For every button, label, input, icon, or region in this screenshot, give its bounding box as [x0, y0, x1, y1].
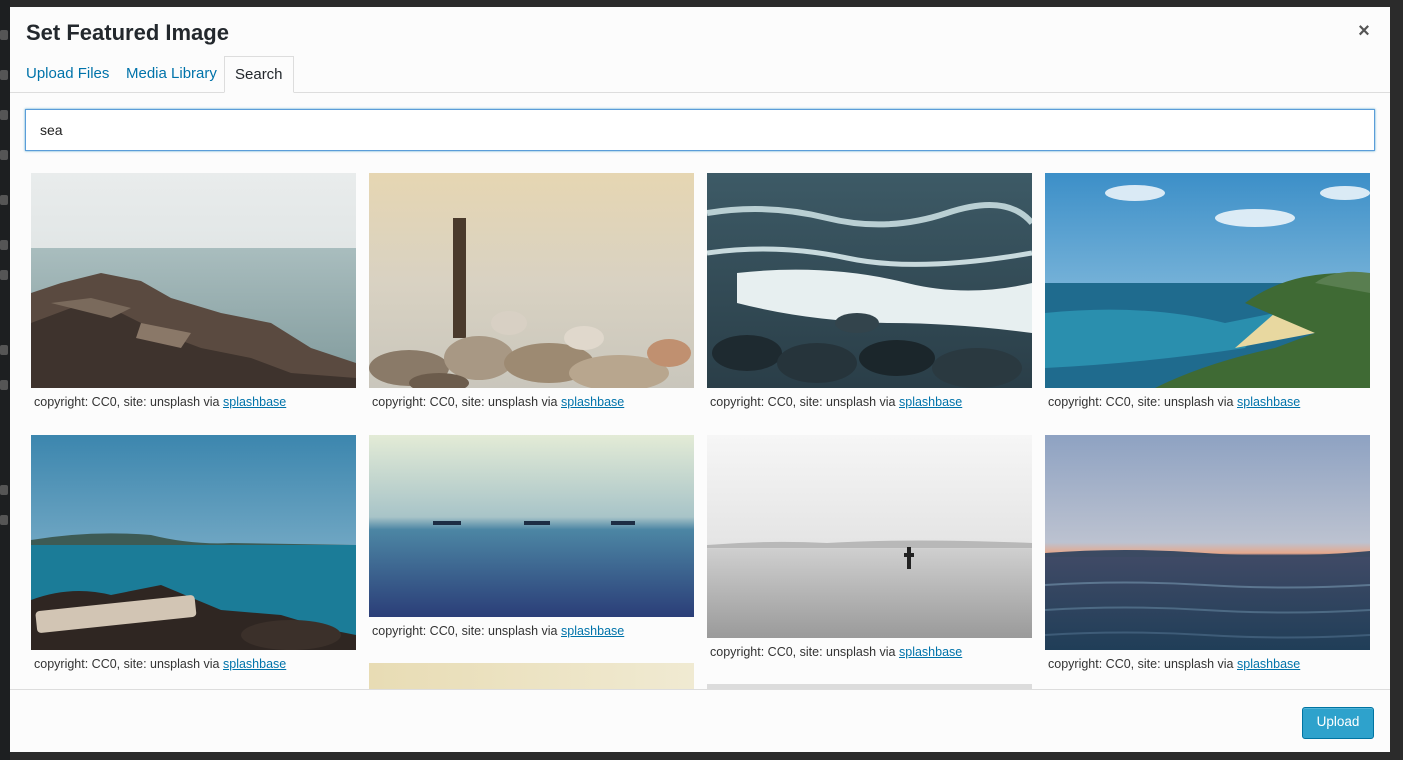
result-card[interactable]: copyright: CC0, site: unsplash via splas…	[369, 435, 694, 638]
result-card[interactable]: copyright: CC0, site: unsplash via splas…	[1045, 435, 1370, 671]
result-card-partial[interactable]	[369, 663, 694, 689]
result-caption: copyright: CC0, site: unsplash via splas…	[34, 657, 287, 671]
tab-bar: Upload Files Media Library Search	[10, 56, 1390, 93]
result-caption: copyright: CC0, site: unsplash via splas…	[34, 395, 287, 409]
result-card[interactable]: copyright: CC0, site: unsplash via splas…	[707, 173, 1032, 409]
featured-image-modal: Set Featured Image × Upload Files Media …	[10, 7, 1390, 752]
splashbase-link[interactable]: splashbase	[899, 645, 962, 659]
modal-toolbar: Upload	[10, 689, 1390, 752]
splashbase-link[interactable]: splashbase	[561, 624, 624, 638]
tab-media-library[interactable]: Media Library	[116, 56, 227, 91]
splashbase-link[interactable]: splashbase	[561, 395, 624, 409]
result-thumbnail[interactable]	[707, 435, 1032, 638]
result-thumbnail[interactable]	[1045, 435, 1370, 650]
splashbase-link[interactable]: splashbase	[1237, 657, 1300, 671]
result-thumbnail[interactable]	[707, 173, 1032, 388]
result-thumbnail[interactable]	[1045, 173, 1370, 388]
result-card[interactable]: copyright: CC0, site: unsplash via splas…	[369, 173, 694, 409]
splashbase-link[interactable]: splashbase	[899, 395, 962, 409]
splashbase-link[interactable]: splashbase	[223, 395, 286, 409]
result-thumbnail[interactable]	[369, 435, 694, 617]
admin-sidebar-edge	[0, 0, 10, 760]
modal-title: Set Featured Image	[26, 20, 229, 45]
result-thumbnail[interactable]	[369, 663, 694, 689]
result-caption: copyright: CC0, site: unsplash via splas…	[1048, 657, 1301, 671]
result-thumbnail[interactable]	[369, 173, 694, 388]
result-card[interactable]: copyright: CC0, site: unsplash via splas…	[707, 435, 1032, 659]
result-card[interactable]: copyright: CC0, site: unsplash via splas…	[31, 435, 356, 671]
result-caption: copyright: CC0, site: unsplash via splas…	[710, 645, 963, 659]
close-icon[interactable]: ×	[1354, 21, 1374, 41]
results-grid: copyright: CC0, site: unsplash via splas…	[10, 157, 1390, 689]
result-card[interactable]: copyright: CC0, site: unsplash via splas…	[1045, 173, 1370, 409]
splashbase-link[interactable]: splashbase	[1237, 395, 1300, 409]
result-card[interactable]: copyright: CC0, site: unsplash via splas…	[31, 173, 356, 409]
result-caption: copyright: CC0, site: unsplash via splas…	[1048, 395, 1301, 409]
result-caption: copyright: CC0, site: unsplash via splas…	[372, 395, 625, 409]
result-caption: copyright: CC0, site: unsplash via splas…	[372, 624, 625, 638]
upload-button[interactable]: Upload	[1302, 707, 1374, 739]
tab-search[interactable]: Search	[224, 56, 294, 93]
tab-upload-files[interactable]: Upload Files	[16, 56, 119, 91]
result-caption: copyright: CC0, site: unsplash via splas…	[710, 395, 963, 409]
result-thumbnail[interactable]	[31, 435, 356, 650]
search-input[interactable]	[25, 109, 1375, 151]
result-thumbnail[interactable]	[31, 173, 356, 388]
splashbase-link[interactable]: splashbase	[223, 657, 286, 671]
